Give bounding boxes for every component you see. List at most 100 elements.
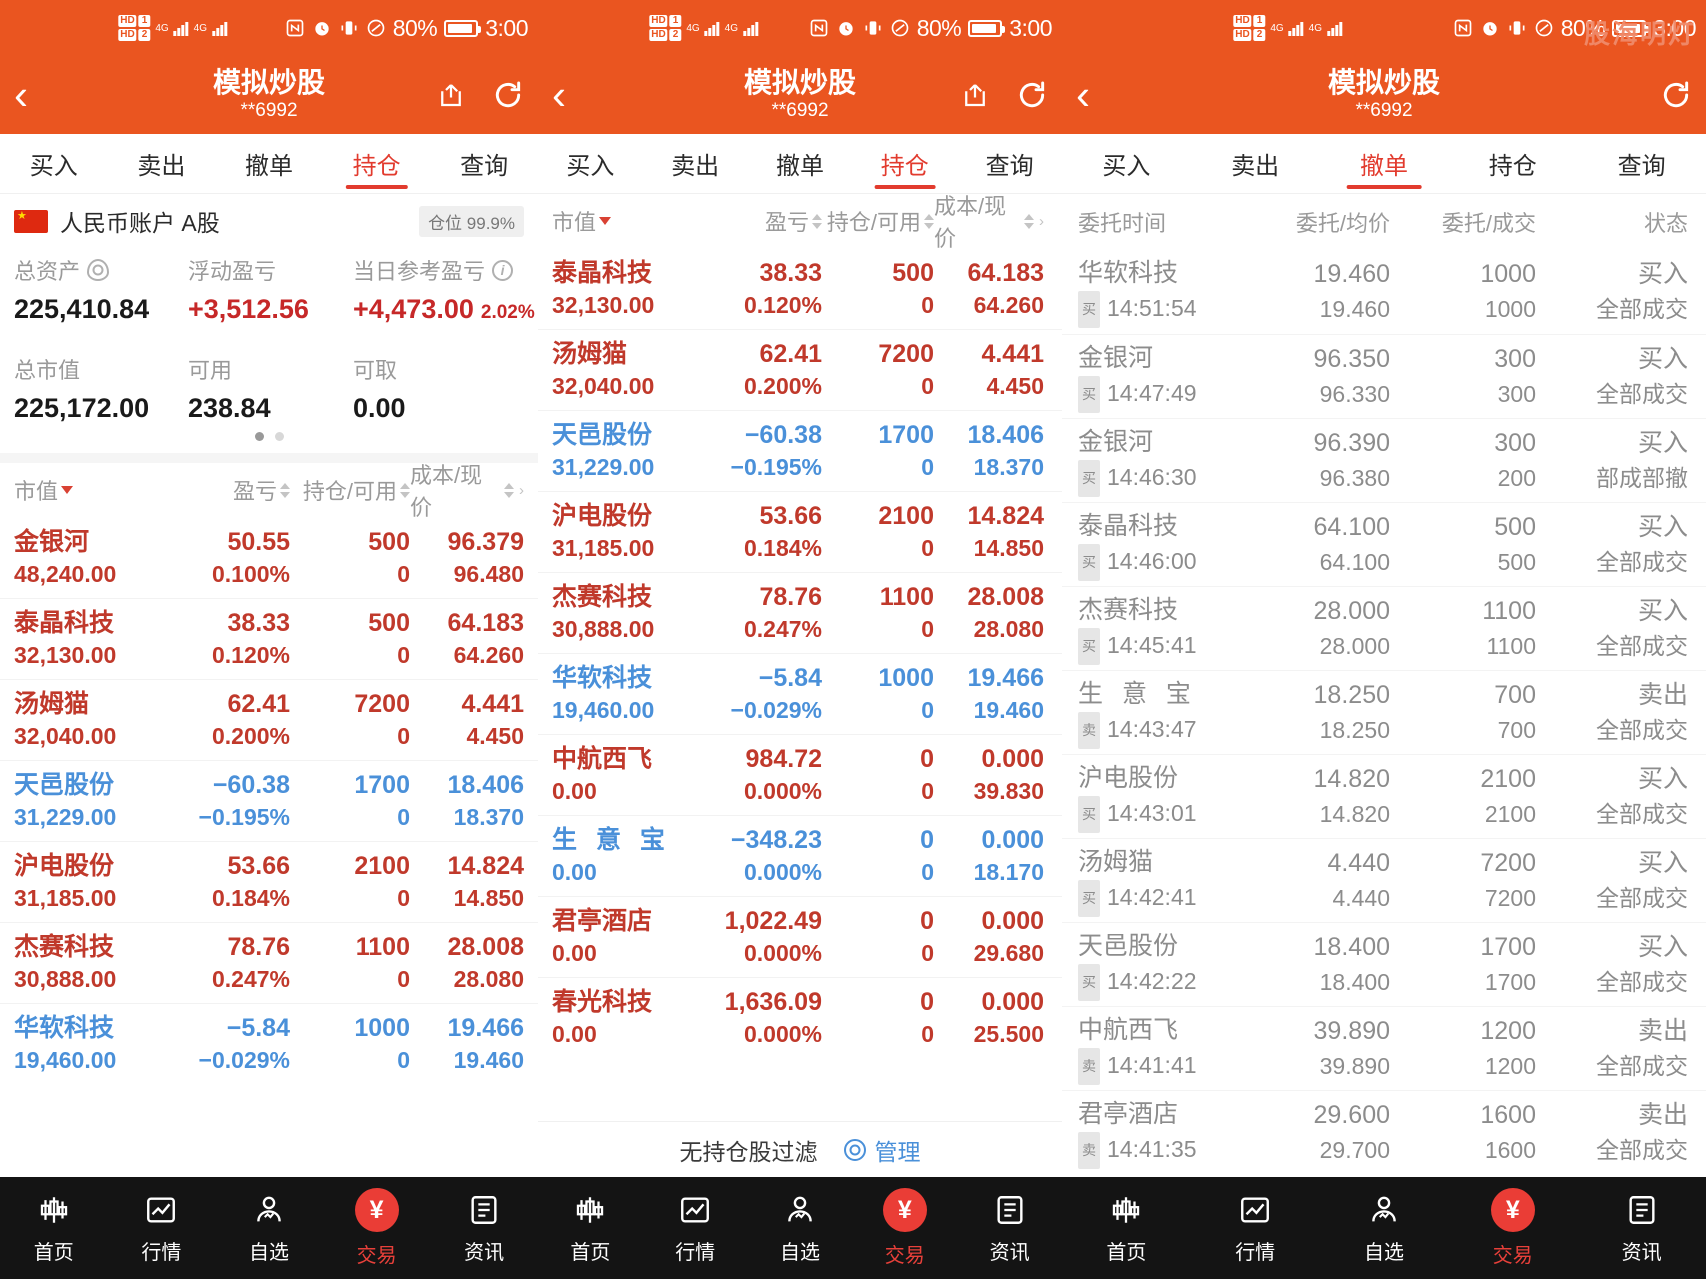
tab-sell[interactable]: 卖出 <box>1191 134 1320 193</box>
nav-item-自选[interactable]: 自选 <box>215 1188 323 1268</box>
table-row[interactable]: 杰赛科技 30,888.00 78.76 0.247% 1100 0 28.008 28.08… <box>538 572 1062 653</box>
nav-item-自选[interactable]: 自选 <box>1320 1188 1449 1268</box>
column-header-qty[interactable]: 持仓/可用 <box>822 205 934 237</box>
account-row[interactable]: 人民币账户 A股 仓位 99.9% <box>0 194 538 238</box>
nav-item-首页[interactable]: 首页 <box>1062 1188 1191 1268</box>
filter-no-position-label[interactable]: 无持仓股过滤 <box>680 1133 818 1167</box>
column-header-market-value[interactable]: 市值 <box>552 205 702 237</box>
panel-order-list: HD 1 HD 2 4G 4G 80% 3:00 股海明灯 ‹ 模拟炒股 **6… <box>1062 0 1706 1279</box>
refresh-icon[interactable] <box>1016 79 1048 111</box>
order-filled-qty: 700 <box>1497 716 1536 743</box>
table-row[interactable]: 天邑股份 31,229.00 −60.38 −0.195% 1700 0 18.406 18.… <box>0 760 538 841</box>
order-qty: 1200 <box>1480 1016 1536 1045</box>
tab-query[interactable]: 查询 <box>1577 134 1706 193</box>
tab-cancel-order[interactable]: 撤单 <box>215 134 323 193</box>
table-row[interactable]: 沪电股份 31,185.00 53.66 0.184% 2100 0 14.824 14.85… <box>0 841 538 922</box>
nav-item-自选[interactable]: 自选 <box>748 1188 853 1268</box>
nav-item-交易[interactable]: ¥ 交易 <box>323 1188 431 1268</box>
tab-holdings[interactable]: 持仓 <box>323 134 431 193</box>
tab-buy[interactable]: 买入 <box>538 134 643 193</box>
tab-cancel-order[interactable]: 撤单 <box>748 134 853 193</box>
table-row[interactable]: 泰晶科技 32,130.00 38.33 0.120% 500 0 64.183 64.260 <box>538 248 1062 329</box>
sort-both-icon <box>280 482 290 498</box>
current-price: 28.080 <box>973 616 1044 642</box>
profit-loss-amount: 62.41 <box>227 690 290 718</box>
table-row[interactable]: 华软科技 19,460.00 −5.84 −0.029% 1000 0 19.466 19.4… <box>0 1003 538 1084</box>
column-header-pl[interactable]: 盈亏 <box>164 474 290 506</box>
table-row[interactable]: 天邑股份 31,229.00 −60.38 −0.195% 1700 0 18.406 18.… <box>538 410 1062 491</box>
sort-both-icon <box>924 213 934 229</box>
order-row[interactable]: 汤姆猫买 14:42:41 4.440 4.440 7200 7200 买入 全部成交 <box>1062 838 1706 922</box>
table-row[interactable]: 沪电股份 31,185.00 53.66 0.184% 2100 0 14.824 14.85… <box>538 491 1062 572</box>
nav-item-行情[interactable]: 行情 <box>108 1188 216 1268</box>
table-row[interactable]: 汤姆猫 32,040.00 62.41 0.200% 7200 0 4.441 4.450 <box>538 329 1062 410</box>
column-header-market-value[interactable]: 市值 <box>14 474 164 506</box>
nfc-icon <box>286 19 304 37</box>
order-row[interactable]: 华软科技买 14:51:54 19.460 19.460 1000 1000 买入 全部成交 <box>1062 250 1706 334</box>
table-row[interactable]: 华软科技 19,460.00 −5.84 −0.029% 1000 0 19.466 19.4… <box>538 653 1062 734</box>
nav-item-交易[interactable]: ¥ 交易 <box>852 1188 957 1268</box>
order-row[interactable]: 生 意 宝卖 14:43:47 18.250 18.250 700 700 卖出 全部成交 <box>1062 670 1706 754</box>
carousel-dots[interactable] <box>0 424 538 453</box>
nav-item-行情[interactable]: 行情 <box>643 1188 748 1268</box>
table-row[interactable]: 杰赛科技 30,888.00 78.76 0.247% 1100 0 28.008 28.08… <box>0 922 538 1003</box>
nav-item-资讯[interactable]: 资讯 <box>430 1188 538 1268</box>
back-button[interactable]: ‹ <box>14 74 62 116</box>
order-time: 14:42:41 <box>1107 883 1197 910</box>
nav-item-首页[interactable]: 首页 <box>0 1188 108 1268</box>
refresh-icon[interactable] <box>492 79 524 111</box>
back-button[interactable]: ‹ <box>1076 74 1124 116</box>
summary-label-withdrawable: 可取 <box>353 358 398 383</box>
back-button[interactable]: ‹ <box>552 74 600 116</box>
nav-item-label: 自选 <box>1363 1242 1404 1264</box>
order-row[interactable]: 金银河买 14:47:49 96.350 96.330 300 300 买入 全部成交 <box>1062 334 1706 418</box>
carousel-dot-1[interactable] <box>254 432 264 441</box>
column-header-pl[interactable]: 盈亏 <box>702 205 822 237</box>
info-icon[interactable]: i <box>492 259 514 281</box>
nav-item-资讯[interactable]: 资讯 <box>957 1188 1062 1268</box>
table-row[interactable]: 泰晶科技 32,130.00 38.33 0.120% 500 0 64.183 64.260 <box>0 598 538 679</box>
table-row[interactable]: 春光科技 0.00 1,636.09 0.000% 0 0 0.000 25.500 <box>538 977 1062 1058</box>
column-header-qty[interactable]: 持仓/可用 <box>290 474 410 506</box>
order-row[interactable]: 君亭酒店卖 14:41:35 29.600 29.700 1600 1600 卖出 全部成交 <box>1062 1090 1706 1174</box>
nav-item-交易[interactable]: ¥ 交易 <box>1448 1188 1577 1268</box>
tab-buy[interactable]: 买入 <box>0 134 108 193</box>
dnd-icon <box>1535 19 1553 37</box>
manage-button[interactable]: 管理 <box>843 1133 921 1167</box>
tab-cancel-order[interactable]: 撤单 <box>1320 134 1449 193</box>
order-status: 全部成交 <box>1596 548 1688 575</box>
share-icon[interactable] <box>960 80 990 110</box>
order-row[interactable]: 金银河买 14:46:30 96.390 96.380 300 200 买入 部成部撤 <box>1062 418 1706 502</box>
order-row[interactable]: 沪电股份买 14:43:01 14.820 14.820 2100 2100 买入 全部成交 <box>1062 754 1706 838</box>
table-row[interactable]: 生 意 宝 0.00 −348.23 0.000% 0 0 0.000 18.170 <box>538 815 1062 896</box>
tab-buy[interactable]: 买入 <box>1062 134 1191 193</box>
order-filled-qty: 2100 <box>1484 800 1536 827</box>
order-side-tag: 卖 <box>1078 1131 1100 1169</box>
column-header-cost-price[interactable]: 成本/现价 › <box>410 458 524 522</box>
table-row[interactable]: 中航西飞 0.00 984.72 0.000% 0 0 0.000 39.830 <box>538 734 1062 815</box>
order-filled-qty: 1200 <box>1484 1052 1536 1079</box>
tab-holdings[interactable]: 持仓 <box>852 134 957 193</box>
share-icon[interactable] <box>436 80 466 110</box>
eye-icon[interactable] <box>87 259 110 281</box>
carousel-dot-2[interactable] <box>274 432 284 441</box>
order-row[interactable]: 中航西飞卖 14:41:41 39.890 39.890 1200 1200 卖出 全部成交 <box>1062 1006 1706 1090</box>
order-row[interactable]: 杰赛科技买 14:45:41 28.000 28.000 1100 1100 买入 全部成交 <box>1062 586 1706 670</box>
refresh-icon[interactable] <box>1660 79 1692 111</box>
tab-sell[interactable]: 卖出 <box>108 134 216 193</box>
order-row[interactable]: 泰晶科技买 14:46:00 64.100 64.100 500 500 买入 全部成交 <box>1062 502 1706 586</box>
stock-name: 泰晶科技 <box>14 609 115 637</box>
nav-item-首页[interactable]: 首页 <box>538 1188 643 1268</box>
table-row[interactable]: 汤姆猫 32,040.00 62.41 0.200% 7200 0 4.441 4.450 <box>0 679 538 760</box>
dual-sim-indicator-2: HD 1 HD 2 <box>649 15 682 41</box>
tab-query[interactable]: 查询 <box>957 134 1062 193</box>
nav-item-资讯[interactable]: 资讯 <box>1577 1188 1706 1268</box>
table-row[interactable]: 金银河 48,240.00 50.55 0.100% 500 0 96.379 96.480 <box>0 517 538 598</box>
nav-item-行情[interactable]: 行情 <box>1191 1188 1320 1268</box>
table-row[interactable]: 君亭酒店 0.00 1,022.49 0.000% 0 0 0.000 29.680 <box>538 896 1062 977</box>
column-header-cost-price[interactable]: 成本/现价 › <box>934 189 1044 253</box>
order-row[interactable]: 天邑股份买 14:42:22 18.400 18.400 1700 1700 买入 全部成交 <box>1062 922 1706 1006</box>
tab-query[interactable]: 查询 <box>430 134 538 193</box>
tab-holdings[interactable]: 持仓 <box>1448 134 1577 193</box>
tab-sell[interactable]: 卖出 <box>643 134 748 193</box>
